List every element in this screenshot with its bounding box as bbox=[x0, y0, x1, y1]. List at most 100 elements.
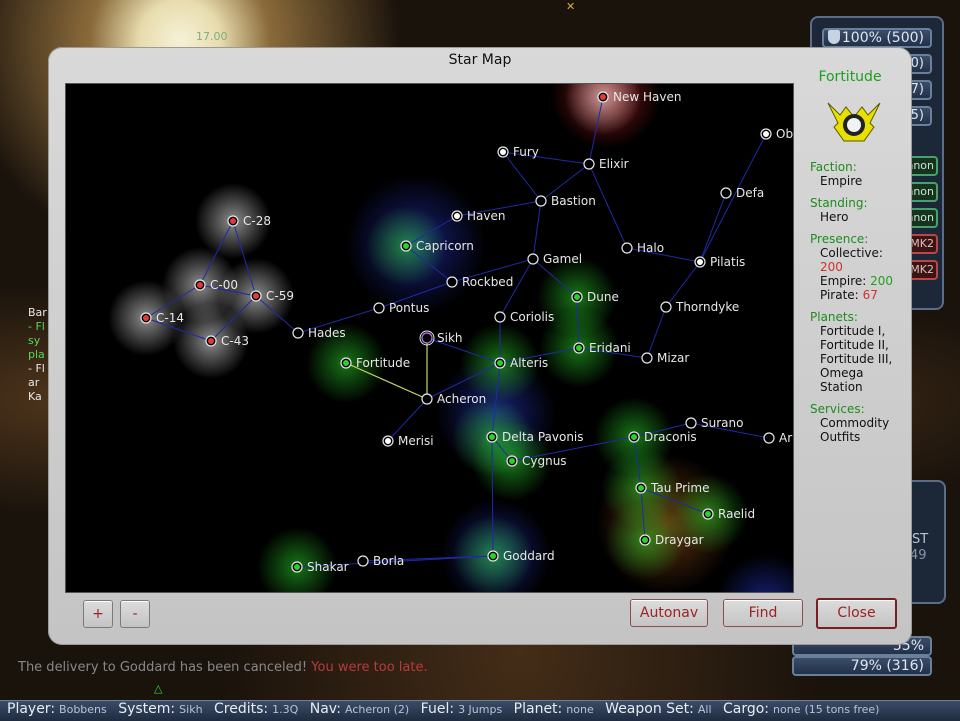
system-marker-icon[interactable] bbox=[660, 301, 672, 313]
system-marker-icon[interactable] bbox=[527, 253, 539, 265]
system-thorndyke[interactable]: Thorndyke bbox=[660, 300, 739, 314]
zoom-in-button[interactable]: + bbox=[83, 600, 113, 628]
system-label[interactable]: Shakar bbox=[307, 560, 349, 574]
system-c-59[interactable]: C-59 bbox=[250, 289, 294, 303]
system-marker-icon[interactable] bbox=[421, 393, 433, 405]
system-c-43[interactable]: C-43 bbox=[205, 334, 249, 348]
system-marker-icon[interactable] bbox=[421, 332, 433, 344]
system-marker-icon[interactable] bbox=[494, 311, 506, 323]
system-label[interactable]: Rockbed bbox=[462, 275, 513, 289]
system-hades[interactable]: Hades bbox=[292, 326, 346, 340]
system-label[interactable]: Acheron bbox=[437, 392, 486, 406]
system-label[interactable]: Alteris bbox=[510, 356, 548, 370]
system-status-dot bbox=[642, 537, 648, 543]
system-label[interactable]: Borla bbox=[373, 554, 404, 568]
system-halo[interactable]: Halo bbox=[621, 241, 664, 255]
system-label[interactable]: Raelid bbox=[718, 507, 755, 521]
system-label[interactable]: Cygnus bbox=[522, 454, 567, 468]
system-label[interactable]: Eridani bbox=[589, 341, 631, 355]
system-marker-icon[interactable] bbox=[583, 158, 595, 170]
system-delta-pavonis[interactable]: Delta Pavonis bbox=[486, 430, 584, 444]
system-label[interactable]: Fortitude bbox=[356, 356, 410, 370]
system-label: System: bbox=[118, 701, 176, 717]
close-button[interactable]: Close bbox=[816, 598, 897, 629]
message-line: - Fl bbox=[28, 362, 45, 375]
system-marker-icon[interactable] bbox=[720, 187, 732, 199]
system-defa[interactable]: Defa bbox=[720, 186, 764, 200]
star-map-view[interactable]: New Haven Ob Fury Elixir Defa Bastion C-28 Have… bbox=[65, 83, 794, 593]
system-mizar[interactable]: Mizar bbox=[641, 351, 689, 365]
system-status-dot bbox=[253, 293, 259, 299]
system-label[interactable]: New Haven bbox=[613, 90, 681, 104]
system-marker-icon[interactable] bbox=[535, 195, 547, 207]
system-label[interactable]: Pontus bbox=[389, 301, 429, 315]
system-ar[interactable]: Ar bbox=[763, 431, 792, 445]
system-pilatis[interactable]: Pilatis bbox=[694, 255, 745, 269]
system-marker-icon[interactable] bbox=[685, 417, 697, 429]
zoom-out-button[interactable]: - bbox=[120, 600, 150, 628]
system-label[interactable]: Merisi bbox=[398, 434, 434, 448]
system-label[interactable]: Hades bbox=[308, 326, 346, 340]
system-borla[interactable]: Borla bbox=[357, 554, 404, 568]
system-marker-icon[interactable] bbox=[641, 352, 653, 364]
system-label[interactable]: Pilatis bbox=[710, 255, 745, 269]
system-c-00[interactable]: C-00 bbox=[194, 278, 238, 292]
system-c-14[interactable]: C-14 bbox=[140, 311, 184, 325]
system-label[interactable]: Draygar bbox=[655, 533, 704, 547]
system-label[interactable]: Bastion bbox=[551, 194, 596, 208]
system-sikh[interactable]: Sikh bbox=[419, 330, 463, 346]
system-label[interactable]: Draconis bbox=[644, 430, 697, 444]
message-log: Bar - Fl sy pla - Fl ar Ka bbox=[28, 306, 47, 404]
system-marker-icon[interactable] bbox=[446, 276, 458, 288]
system-label[interactable]: C-14 bbox=[156, 311, 184, 325]
system-info-panel: Fortitude Faction: Empire Standing: Hero… bbox=[810, 67, 906, 444]
system-label[interactable]: Goddard bbox=[503, 549, 555, 563]
system-label[interactable]: Halo bbox=[637, 241, 664, 255]
system-label[interactable]: Dune bbox=[587, 290, 619, 304]
system-label[interactable]: Tau Prime bbox=[650, 481, 709, 495]
system-label[interactable]: Capricorn bbox=[416, 239, 474, 253]
system-label[interactable]: Gamel bbox=[543, 252, 582, 266]
system-marker-icon[interactable] bbox=[357, 555, 369, 567]
system-label[interactable]: Fury bbox=[513, 145, 539, 159]
target-value: 49 bbox=[910, 548, 927, 563]
system-label[interactable]: Thorndyke bbox=[675, 300, 739, 314]
system-dune[interactable]: Dune bbox=[571, 290, 619, 304]
system-label[interactable]: Haven bbox=[467, 209, 505, 223]
system-acheron[interactable]: Acheron bbox=[421, 392, 486, 406]
system-marker-icon[interactable] bbox=[292, 327, 304, 339]
system-label[interactable]: Defa bbox=[736, 186, 764, 200]
find-button[interactable]: Find bbox=[723, 599, 803, 627]
weapon-set-label: Weapon Set: bbox=[605, 701, 694, 717]
system-label[interactable]: Elixir bbox=[599, 157, 629, 171]
system-c-28[interactable]: C-28 bbox=[227, 214, 271, 228]
system-label[interactable]: Ar bbox=[779, 431, 792, 445]
system-merisi[interactable]: Merisi bbox=[382, 434, 434, 448]
system-elixir[interactable]: Elixir bbox=[583, 157, 629, 171]
system-marker-icon[interactable] bbox=[373, 302, 385, 314]
system-marker-icon[interactable] bbox=[621, 242, 633, 254]
system-marker-icon[interactable] bbox=[763, 432, 775, 444]
system-surano[interactable]: Surano bbox=[685, 416, 743, 430]
system-label[interactable]: Surano bbox=[701, 416, 743, 430]
credits-value: 1.3Q bbox=[272, 703, 299, 716]
system-coriolis[interactable]: Coriolis bbox=[494, 310, 554, 324]
system-gamel[interactable]: Gamel bbox=[527, 252, 582, 266]
system-label[interactable]: Delta Pavonis bbox=[502, 430, 584, 444]
system-status-dot bbox=[403, 243, 409, 249]
system-label[interactable]: Sikh bbox=[437, 331, 463, 345]
system-ob[interactable]: Ob bbox=[760, 127, 793, 141]
autonav-button[interactable]: Autonav bbox=[630, 599, 708, 627]
star-map-canvas[interactable]: New Haven Ob Fury Elixir Defa Bastion C-28 Have… bbox=[66, 84, 793, 592]
system-bastion[interactable]: Bastion bbox=[535, 194, 596, 208]
system-label[interactable]: Ob bbox=[776, 127, 793, 141]
system-label[interactable]: C-00 bbox=[210, 278, 238, 292]
system-label[interactable]: Mizar bbox=[657, 351, 689, 365]
system-label[interactable]: C-59 bbox=[266, 289, 294, 303]
system-label[interactable]: Coriolis bbox=[510, 310, 554, 324]
system-fury[interactable]: Fury bbox=[497, 145, 539, 159]
empire-faction-logo-icon bbox=[827, 102, 881, 142]
system-label[interactable]: C-28 bbox=[243, 214, 271, 228]
system-status-dot bbox=[576, 345, 582, 351]
system-label[interactable]: C-43 bbox=[221, 334, 249, 348]
